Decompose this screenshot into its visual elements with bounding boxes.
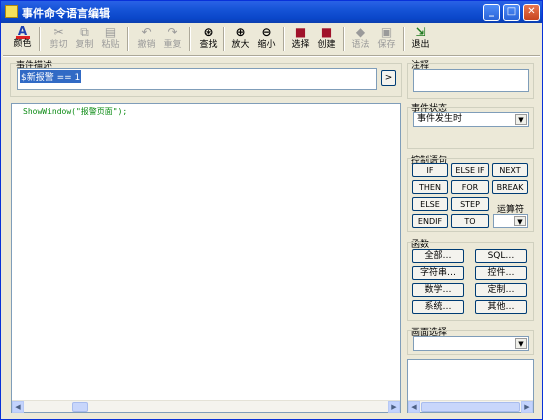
paste-button[interactable]: ▤ 粘贴 [97, 25, 124, 53]
event-state-value: 事件发生时 [417, 114, 463, 124]
window-title: 事件命令语言编辑 [22, 7, 110, 20]
redo-label: 重复 [163, 40, 182, 50]
binoculars-icon: ⊛ [203, 25, 214, 39]
save-label: 保存 [377, 40, 396, 50]
event-description-value: $新报警 == 1 [20, 70, 82, 83]
sql-functions-button[interactable]: SQL… [475, 249, 527, 263]
then-button[interactable]: THEN [412, 180, 448, 194]
screen-list-horizontal-scrollbar[interactable]: ◀ ▶ [408, 400, 533, 413]
find-button[interactable]: ⊛ 查找 [195, 25, 222, 53]
else-button[interactable]: ELSE [412, 197, 448, 211]
string-functions-button[interactable]: 字符串… [412, 266, 464, 280]
exit-label: 退出 [411, 40, 430, 50]
script-editor[interactable]: ShowWindow("报警页面"); ◀ ▶ [11, 103, 401, 413]
create-label: 创建 [317, 40, 336, 50]
app-icon [5, 5, 18, 18]
system-functions-button[interactable]: 系统… [412, 300, 464, 314]
color-label: 颜色 [13, 39, 32, 49]
exit-button[interactable]: ⇲ 退出 [407, 25, 434, 53]
chevron-down-icon[interactable]: ▼ [515, 338, 527, 349]
chevron-down-icon[interactable]: ▼ [515, 114, 527, 125]
event-description-input[interactable]: $新报警 == 1 [17, 68, 377, 90]
zoom-out-button[interactable]: ⊖ 缩小 [253, 25, 280, 53]
create-icon: ■ [320, 25, 333, 39]
comment-input[interactable] [413, 69, 529, 92]
math-functions-button[interactable]: 数学… [412, 283, 464, 297]
select-icon: ■ [294, 25, 307, 39]
floppy-disk-icon: ▣ [380, 25, 393, 39]
redo-icon: ↷ [167, 25, 178, 39]
zoom-out-label: 缩小 [257, 40, 276, 50]
next-button[interactable]: NEXT [492, 163, 528, 177]
scroll-left-icon[interactable]: ◀ [12, 401, 24, 413]
else-if-button[interactable]: ELSE IF [451, 163, 489, 177]
undo-icon: ↶ [141, 25, 152, 39]
break-button[interactable]: BREAK [492, 180, 528, 194]
toolbar-divider [3, 55, 540, 57]
title-bar[interactable]: 事件命令语言编辑 _ □ ✕ [1, 1, 542, 23]
endif-button[interactable]: ENDIF [412, 214, 448, 228]
scissors-icon: ✂ [53, 25, 64, 39]
scroll-right-icon[interactable]: ▶ [388, 401, 400, 413]
control-functions-button[interactable]: 控件… [475, 266, 527, 280]
editor-window: 事件命令语言编辑 _ □ ✕ A 颜色 ✂ 剪切 ⧉ 复制 ▤ 粘贴 ↶ 撤销 … [0, 0, 543, 420]
all-functions-button[interactable]: 全部… [412, 249, 464, 263]
redo-button[interactable]: ↷ 重复 [159, 25, 186, 53]
maximize-button[interactable]: □ [503, 4, 520, 21]
editor-horizontal-scrollbar[interactable]: ◀ ▶ [12, 400, 400, 413]
scroll-right-icon[interactable]: ▶ [521, 401, 533, 413]
if-button[interactable]: IF [412, 163, 448, 177]
color-button[interactable]: A 颜色 [9, 25, 36, 53]
save-button[interactable]: ▣ 保存 [373, 25, 400, 53]
scroll-left-icon[interactable]: ◀ [408, 401, 420, 413]
zoom-out-icon: ⊖ [261, 25, 272, 39]
exit-icon: ⇲ [415, 25, 426, 39]
chevron-down-icon[interactable]: ▼ [514, 216, 526, 226]
paste-label: 粘贴 [101, 40, 120, 50]
other-functions-button[interactable]: 其他… [475, 300, 527, 314]
for-button[interactable]: FOR [451, 180, 489, 194]
font-color-icon: A [15, 25, 30, 39]
custom-functions-button[interactable]: 定制… [475, 283, 527, 297]
toolbar: A 颜色 ✂ 剪切 ⧉ 复制 ▤ 粘贴 ↶ 撤销 ↷ 重复 ⊛ 查找 ⊕ 放大 … [3, 24, 540, 54]
create-button[interactable]: ■ 创建 [313, 25, 340, 53]
scroll-thumb[interactable] [421, 402, 520, 412]
screen-list[interactable]: ◀ ▶ [407, 359, 534, 413]
event-state-select[interactable]: 事件发生时 ▼ [413, 112, 529, 127]
event-description-expand-button[interactable]: > [381, 70, 396, 86]
step-button[interactable]: STEP [451, 197, 489, 211]
operator-select[interactable]: ▼ [493, 214, 528, 228]
paste-icon: ▤ [104, 25, 117, 39]
scroll-thumb[interactable] [72, 402, 88, 412]
screen-select[interactable]: ▼ [413, 336, 529, 351]
copy-icon: ⧉ [80, 25, 89, 39]
find-label: 查找 [199, 40, 218, 50]
zoom-in-icon: ⊕ [235, 25, 246, 39]
to-button[interactable]: TO [451, 214, 489, 228]
script-code: ShowWindow("报警页面"); [23, 107, 128, 116]
syntax-check-icon: ◆ [355, 25, 366, 39]
minimize-button[interactable]: _ [483, 4, 500, 21]
close-button[interactable]: ✕ [523, 4, 540, 21]
